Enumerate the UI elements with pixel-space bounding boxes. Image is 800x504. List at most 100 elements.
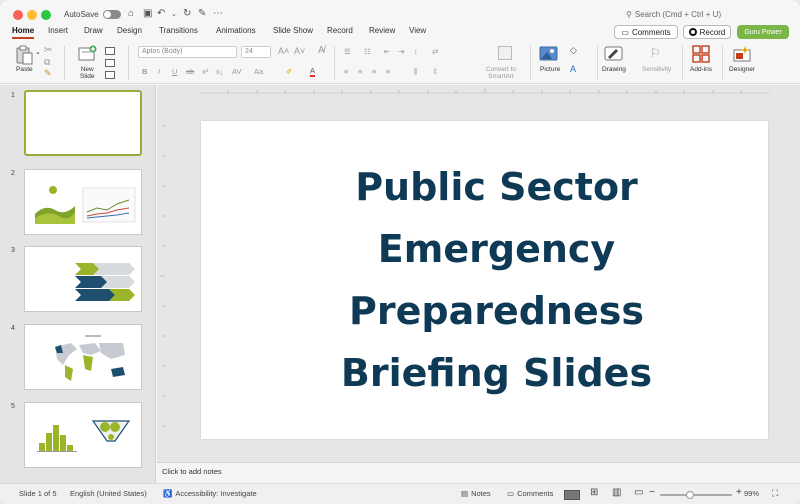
notes-pane[interactable]: Click to add notes	[157, 462, 800, 483]
drawing-label[interactable]: Drawing	[602, 66, 626, 73]
bullets-icon[interactable]: ☰	[344, 47, 351, 56]
picture-label[interactable]: Picture	[540, 66, 560, 73]
align-center-icon[interactable]: ≡	[358, 67, 362, 76]
designer-label[interactable]: Designer	[729, 66, 755, 73]
slide-title[interactable]: Public Sector Emergency Preparedness Bri…	[227, 156, 767, 404]
convert-smartart-label[interactable]: Convert to SmartArt	[486, 66, 516, 80]
slide-thumbnail-5[interactable]	[24, 402, 142, 468]
tab-slide-show[interactable]: Slide Show	[273, 26, 313, 35]
font-size-select[interactable]: 24	[241, 46, 271, 58]
tab-record[interactable]: Record	[327, 26, 353, 35]
tab-transitions[interactable]: Transitions	[159, 26, 198, 35]
slide-show-icon[interactable]: ▭	[634, 487, 643, 498]
text-direction-icon[interactable]: ⇄	[432, 47, 438, 56]
save-icon[interactable]: ▣	[143, 8, 152, 19]
section-icon[interactable]	[105, 71, 115, 79]
sensitivity-label[interactable]: Sensitivity	[642, 66, 671, 73]
layout-icon[interactable]	[105, 47, 115, 55]
picture-icon[interactable]	[539, 45, 559, 63]
add-ins-icon[interactable]	[692, 45, 710, 63]
reset-icon[interactable]	[105, 59, 115, 67]
tab-review[interactable]: Review	[369, 26, 395, 35]
format-painter-icon[interactable]: ✎	[44, 68, 52, 79]
undo-icon[interactable]: ↶	[157, 8, 165, 19]
designer-icon[interactable]	[733, 45, 753, 63]
format-painter-quick-icon[interactable]: ✎	[198, 8, 206, 19]
copy-icon[interactable]: ⧉	[44, 57, 50, 68]
font-color-icon[interactable]: A	[310, 67, 316, 77]
drawing-icon[interactable]	[604, 45, 624, 63]
align-text-icon[interactable]: ⇳	[432, 67, 438, 76]
new-slide-icon[interactable]	[78, 45, 98, 63]
underline-icon[interactable]: U	[172, 67, 177, 76]
add-ins-label[interactable]: Add-ins	[690, 66, 712, 73]
new-slide-label[interactable]: New Slide	[80, 66, 94, 80]
slide-sorter-icon[interactable]: ⊞	[590, 487, 598, 498]
close-window-button[interactable]	[13, 10, 23, 20]
redo-icon[interactable]: ↻	[183, 8, 191, 19]
increase-indent-icon[interactable]: ⇥	[398, 47, 404, 56]
smartart-icon[interactable]	[498, 46, 512, 60]
paste-label[interactable]: Paste	[16, 66, 33, 73]
search-box[interactable]: ⚲ Search (Cmd + Ctrl + U)	[626, 10, 721, 19]
slide-thumbnail-1[interactable]	[24, 90, 142, 156]
fit-slide-icon[interactable]: ⛶	[772, 488, 778, 499]
autosave-toggle[interactable]	[102, 10, 121, 19]
record-button[interactable]: Record	[683, 25, 731, 39]
normal-view-button[interactable]	[564, 490, 580, 500]
character-spacing-icon[interactable]: AV	[232, 67, 241, 76]
comments-toggle[interactable]: ▭ Comments	[507, 489, 553, 498]
zoom-out-icon[interactable]: −	[649, 487, 655, 498]
tab-design[interactable]: Design	[117, 26, 142, 35]
slide-thumbnail-4[interactable]	[24, 324, 142, 390]
italic-icon[interactable]: I	[158, 67, 160, 76]
columns-icon[interactable]: ⫼	[414, 67, 417, 77]
guru-power-button[interactable]: Guru Power	[737, 25, 789, 39]
highlight-icon[interactable]: ✐	[286, 67, 292, 76]
decrease-font-icon[interactable]: A˅	[294, 46, 305, 56]
reading-view-icon[interactable]: ▥	[612, 487, 621, 498]
superscript-icon[interactable]: x²	[202, 67, 208, 76]
zoom-level[interactable]: 99%	[744, 489, 759, 498]
tab-home[interactable]: Home	[12, 26, 35, 39]
undo-dropdown-icon[interactable]: ⌄	[171, 10, 177, 18]
clear-formatting-icon[interactable]: A̸	[318, 45, 325, 56]
tab-insert[interactable]: Insert	[48, 26, 68, 35]
paste-icon[interactable]	[14, 45, 34, 65]
slide-thumbnails-pane[interactable]: 1 2 3 4 5	[0, 85, 156, 483]
shapes-icon[interactable]: ◇	[570, 45, 577, 56]
cut-icon[interactable]: ✂	[44, 45, 52, 56]
comments-button[interactable]: ▭ Comments	[614, 25, 678, 39]
zoom-slider-knob[interactable]	[686, 491, 694, 499]
align-left-icon[interactable]: ≡	[344, 67, 348, 76]
change-case-icon[interactable]: Aa	[254, 67, 263, 76]
zoom-slider[interactable]	[660, 494, 732, 496]
language-indicator[interactable]: English (United States)	[70, 489, 147, 498]
textbox-icon[interactable]: A	[570, 64, 576, 74]
tab-view[interactable]: View	[409, 26, 426, 35]
zoom-window-button[interactable]	[41, 10, 51, 20]
paste-dropdown-icon[interactable]: ⌄	[35, 48, 41, 56]
zoom-in-icon[interactable]: +	[736, 487, 742, 498]
notes-toggle[interactable]: ▤ Notes	[461, 489, 491, 498]
home-icon[interactable]: ⌂	[128, 8, 134, 19]
tab-animations[interactable]: Animations	[216, 26, 256, 35]
tab-draw[interactable]: Draw	[84, 26, 103, 35]
line-spacing-icon[interactable]: ↕	[414, 47, 418, 56]
minimize-window-button[interactable]	[27, 10, 37, 20]
numbering-icon[interactable]: ☷	[364, 47, 371, 56]
accessibility-status[interactable]: ♿ Accessibility: Investigate	[163, 489, 257, 498]
current-slide[interactable]: Public Sector Emergency Preparedness Bri…	[201, 121, 768, 439]
slide-thumbnail-2[interactable]	[24, 169, 142, 235]
sensitivity-icon[interactable]: ⚐	[650, 46, 661, 60]
subscript-icon[interactable]: x₂	[216, 67, 223, 76]
increase-font-icon[interactable]: A˄	[278, 46, 289, 56]
bold-icon[interactable]: B	[142, 67, 147, 76]
align-right-icon[interactable]: ≡	[372, 67, 376, 76]
more-commands-icon[interactable]: ⋯	[213, 8, 223, 19]
decrease-indent-icon[interactable]: ⇤	[384, 47, 390, 56]
font-name-select[interactable]: Aptos (Body)	[138, 46, 237, 58]
justify-icon[interactable]: ≡	[386, 67, 390, 76]
strikethrough-icon[interactable]: ab	[186, 67, 194, 76]
autosave-control[interactable]: AutoSave	[64, 10, 121, 19]
